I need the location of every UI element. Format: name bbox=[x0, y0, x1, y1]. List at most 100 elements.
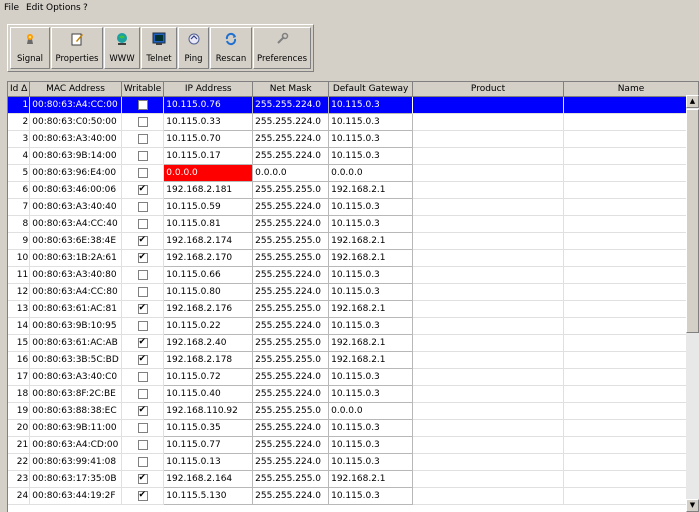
table-row[interactable]: 18 00:80:63:8F:2C:BE 10.115.0.40 255.255.22… bbox=[8, 385, 699, 403]
writable-checkbox[interactable] bbox=[137, 473, 148, 484]
writable-checkbox[interactable] bbox=[137, 422, 148, 433]
preferences-icon bbox=[277, 32, 289, 44]
writable-checkbox[interactable] bbox=[137, 116, 148, 127]
writable-checkbox[interactable] bbox=[137, 201, 148, 212]
writable-checkbox[interactable] bbox=[137, 269, 148, 280]
table-row[interactable]: 21 00:80:63:A4:CD:00 10.115.0.77 255.255.22… bbox=[8, 436, 699, 454]
row-ip: 192.168.2.181 bbox=[163, 181, 254, 199]
menu-help[interactable]: ? bbox=[83, 3, 88, 13]
row-ip: 10.115.0.40 bbox=[163, 385, 254, 403]
col-gateway[interactable]: Default Gateway bbox=[328, 82, 414, 97]
table-row[interactable]: 8 00:80:63:A4:CC:40 10.115.0.81 255.255.224… bbox=[8, 215, 699, 233]
scroll-down-icon[interactable]: ▼ bbox=[686, 499, 699, 512]
writable-checkbox[interactable] bbox=[137, 456, 148, 467]
row-gateway: 10.115.0.3 bbox=[328, 317, 414, 335]
writable-checkbox[interactable] bbox=[137, 337, 148, 348]
row-name bbox=[563, 300, 699, 318]
row-ip: 192.168.2.40 bbox=[163, 334, 254, 352]
properties-button[interactable]: Properties bbox=[51, 27, 103, 69]
writable-checkbox[interactable] bbox=[137, 167, 148, 178]
scroll-up-icon[interactable]: ▲ bbox=[686, 95, 699, 108]
writable-checkbox[interactable] bbox=[137, 405, 148, 416]
row-product bbox=[412, 453, 564, 471]
row-mac: 00:80:63:17:35:0B bbox=[29, 470, 122, 488]
row-ip: 10.115.0.22 bbox=[163, 317, 254, 335]
row-writable bbox=[121, 232, 165, 250]
table-row[interactable]: 600:80:63:46:00:06 192.168.2.181255.255.2… bbox=[8, 181, 699, 199]
ping-button[interactable]: Ping bbox=[178, 27, 209, 69]
row-product bbox=[412, 164, 564, 182]
writable-checkbox[interactable] bbox=[137, 439, 148, 450]
row-mask: 255.255.255.0 bbox=[252, 334, 330, 352]
writable-checkbox[interactable] bbox=[137, 490, 148, 501]
col-writable[interactable]: Writable bbox=[121, 82, 165, 97]
row-product bbox=[412, 402, 564, 420]
writable-checkbox[interactable] bbox=[137, 286, 148, 297]
row-writable bbox=[121, 300, 165, 318]
table-row[interactable]: 2 00:80:63:C0:50:00 10.115.0.33 255.255.224… bbox=[8, 113, 699, 131]
www-button[interactable]: WWW bbox=[104, 27, 140, 69]
table-row[interactable]: 20 00:80:63:9B:11:00 10.115.0.35 255.255.22… bbox=[8, 419, 699, 437]
row-ip: 192.168.2.164 bbox=[163, 470, 254, 488]
menu-edit[interactable]: Edit bbox=[26, 3, 43, 13]
row-mac: 00:80:63:8F:2C:BE bbox=[29, 385, 122, 403]
scroll-thumb[interactable] bbox=[686, 109, 699, 333]
writable-checkbox[interactable] bbox=[137, 388, 148, 399]
menu-file[interactable]: File bbox=[4, 3, 19, 13]
row-gateway: 10.115.0.3 bbox=[328, 96, 414, 114]
table-row[interactable]: 2400:80:63:44:19:2F 10.115.5.130255.255.2… bbox=[8, 487, 699, 505]
table-row[interactable]: 900:80:63:6E:38:4E 192.168.2.174255.255.2… bbox=[8, 232, 699, 250]
row-product bbox=[412, 487, 564, 505]
signal-button[interactable]: Signal bbox=[10, 27, 50, 69]
writable-checkbox[interactable] bbox=[137, 252, 148, 263]
table-row[interactable]: 5 00:80:63:96:E4:00 0.0.0.0 0.0.0.0 0.0.0.0 bbox=[8, 164, 699, 182]
writable-checkbox[interactable] bbox=[137, 320, 148, 331]
table-row[interactable]: 1000:80:63:1B:2A:61 192.168.2.170255.255.… bbox=[8, 249, 699, 267]
table-row[interactable]: 14 00:80:63:9B:10:95 10.115.0.22 255.255.22… bbox=[8, 317, 699, 335]
table-row[interactable]: 1500:80:63:61:AC:AB 192.168.2.40255.255.2… bbox=[8, 334, 699, 352]
table-row[interactable]: 4 00:80:63:9B:14:00 10.115.0.17 255.255.224… bbox=[8, 147, 699, 165]
table-row[interactable]: 7 00:80:63:A3:40:40 10.115.0.59 255.255.224… bbox=[8, 198, 699, 216]
device-list[interactable]: Id ∆ MAC Address Writable IP Address Net… bbox=[7, 81, 699, 512]
col-mac[interactable]: MAC Address bbox=[29, 82, 122, 97]
writable-checkbox[interactable] bbox=[137, 303, 148, 314]
writable-checkbox[interactable] bbox=[137, 235, 148, 246]
telnet-button[interactable]: Telnet bbox=[141, 27, 177, 69]
writable-checkbox[interactable] bbox=[137, 218, 148, 229]
row-id: 14 bbox=[8, 317, 31, 335]
table-row[interactable]: 17 00:80:63:A3:40:C0 10.115.0.72 255.255.22… bbox=[8, 368, 699, 386]
table-row[interactable]: 1900:80:63:88:38:EC 192.168.110.92255.255… bbox=[8, 402, 699, 420]
table-row[interactable]: 11 00:80:63:A3:40:80 10.115.0.66 255.255.22… bbox=[8, 266, 699, 284]
writable-checkbox[interactable] bbox=[137, 184, 148, 195]
vertical-scrollbar[interactable]: ▲ ▼ bbox=[686, 95, 699, 512]
row-writable bbox=[121, 266, 165, 284]
table-row[interactable]: 22 00:80:63:99:41:08 10.115.0.13 255.255.22… bbox=[8, 453, 699, 471]
writable-checkbox[interactable] bbox=[137, 150, 148, 161]
table-row[interactable]: 1300:80:63:61:AC:81 192.168.2.176255.255.… bbox=[8, 300, 699, 318]
row-id: 24 bbox=[8, 487, 31, 505]
row-mask: 255.255.224.0 bbox=[252, 266, 330, 284]
rescan-button[interactable]: Rescan bbox=[210, 27, 252, 69]
writable-checkbox[interactable] bbox=[137, 99, 148, 110]
col-id[interactable]: Id ∆ bbox=[8, 82, 31, 97]
row-writable bbox=[121, 181, 165, 199]
row-product bbox=[412, 96, 564, 114]
menu-options[interactable]: Options bbox=[46, 3, 81, 13]
row-id: 5 bbox=[8, 164, 31, 182]
writable-checkbox[interactable] bbox=[137, 371, 148, 382]
col-name[interactable]: Name bbox=[563, 82, 699, 97]
preferences-button[interactable]: Preferences bbox=[253, 27, 311, 69]
col-mask[interactable]: Net Mask bbox=[252, 82, 330, 97]
table-row[interactable]: 12 00:80:63:A4:CC:80 10.115.0.80 255.255.22… bbox=[8, 283, 699, 301]
row-writable bbox=[121, 436, 165, 454]
col-product[interactable]: Product bbox=[412, 82, 564, 97]
row-mac: 00:80:63:A4:CC:00 bbox=[29, 96, 122, 114]
table-row[interactable]: 1 00:80:63:A4:CC:00 10.115.0.76 255.255.224… bbox=[8, 96, 699, 114]
table-row[interactable]: 3 00:80:63:A3:40:00 10.115.0.70 255.255.224… bbox=[8, 130, 699, 148]
table-row[interactable]: 1600:80:63:3B:5C:BD 192.168.2.178255.255.… bbox=[8, 351, 699, 369]
writable-checkbox[interactable] bbox=[137, 133, 148, 144]
table-row[interactable]: 2300:80:63:17:35:0B 192.168.2.164255.255.… bbox=[8, 470, 699, 488]
col-ip[interactable]: IP Address bbox=[163, 82, 254, 97]
writable-checkbox[interactable] bbox=[137, 354, 148, 365]
row-gateway: 10.115.0.3 bbox=[328, 266, 414, 284]
